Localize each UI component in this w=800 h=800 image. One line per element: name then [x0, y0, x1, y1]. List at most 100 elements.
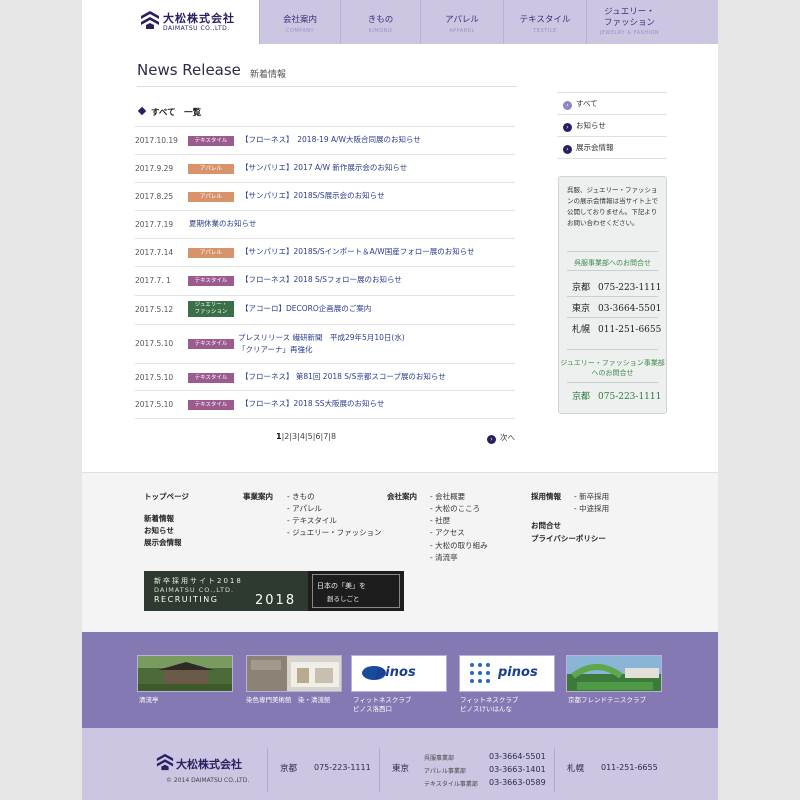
nav-company[interactable]: 会社案内 COMPANY: [259, 0, 340, 44]
footer-link-exhibitions[interactable]: 展示会情報: [144, 537, 182, 548]
thumb-label-tennis[interactable]: 京都フレンドテニスクラブ: [568, 696, 646, 705]
thumb-museum[interactable]: [246, 655, 342, 692]
contact-divider: [567, 251, 658, 252]
news-title-link[interactable]: 【フローネス】2018 SS大阪展のお知らせ: [241, 398, 384, 410]
footer-kyoto-label: 京都: [280, 764, 298, 774]
footer-link-top[interactable]: トップページ: [144, 491, 189, 502]
footer-logo-text: 大松株式会社: [176, 758, 242, 771]
sidebar-item-label: お知らせ: [576, 121, 606, 130]
thumb-label-seiryutei[interactable]: 清流亭: [139, 696, 159, 705]
news-category-badge: アパレル: [188, 192, 234, 202]
news-title-link[interactable]: 【サンパリエ】2017 A/W 新作展示会のお知らせ: [241, 162, 407, 174]
sidebar-item-all[interactable]: › すべて: [563, 98, 598, 110]
contact-row-sapporo[interactable]: 札幌 011-251-6655: [572, 322, 661, 335]
sidebar-divider: [557, 114, 667, 115]
footer-tokyo-tel[interactable]: 03-3663-1401: [489, 765, 546, 774]
logo-text: 大松株式会社: [163, 12, 235, 25]
footer-link-overview[interactable]: - 会社概要: [430, 491, 465, 502]
pagination[interactable]: 1|2|3|4|5|6|7|8: [276, 432, 336, 441]
footer-link-textile[interactable]: - テキスタイル: [287, 515, 337, 526]
thumb-seiryutei[interactable]: [137, 655, 233, 692]
contact-divider: [567, 382, 658, 383]
footer-link-history[interactable]: - 社歴: [430, 515, 450, 526]
footer-link-notices[interactable]: お知らせ: [144, 525, 174, 536]
footer-link-news[interactable]: 新着情報: [144, 513, 174, 524]
news-title-link[interactable]: プレスリリース 繊研新聞 平成29年5月10日(水) 「クリアーナ」再強化: [238, 332, 405, 356]
news-row[interactable]: 2017.5.12 ジュエリー・ ファッション 【アコーロ】DECORO企画展のご…: [135, 296, 515, 325]
thumb-label-line1: フィットネスクラブ: [460, 696, 519, 704]
news-row[interactable]: 2017.7.19 夏期休業のお知らせ: [135, 211, 515, 239]
footer-business-label[interactable]: 事業案内: [243, 491, 273, 502]
footer-recruit-label[interactable]: 採用情報: [531, 491, 561, 502]
thumb-pinos-rakusai[interactable]: pinos: [351, 655, 447, 692]
news-title-link[interactable]: 【アコーロ】DECORO企画展のご案内: [241, 303, 371, 315]
news-category-badge: アパレル: [188, 164, 234, 174]
news-row[interactable]: 2017.5.10 テキスタイル 【フローネス】 第81回 2018 S/S京都…: [135, 364, 515, 391]
contact-box: 呉服、ジュエリー・ファッションの展示会情報は当サイト上で公開しておりません。下記…: [558, 176, 667, 414]
footer-link-inquiry[interactable]: お問合せ: [531, 520, 561, 531]
thumb-pinos-keihanna[interactable]: pinos: [459, 655, 555, 692]
footer-link-access[interactable]: - アクセス: [430, 527, 465, 538]
footer-company-label[interactable]: 会社案内: [387, 491, 417, 502]
footer-link-privacy[interactable]: プライバシーポリシー: [531, 533, 606, 544]
news-row[interactable]: 2017.5.10 テキスタイル プレスリリース 繊研新聞 平成29年5月10日…: [135, 325, 515, 364]
news-title-link[interactable]: 夏期休業のお知らせ: [189, 218, 256, 230]
recruiting-banner[interactable]: 新卒採用サイト2018 DAIMATSU CO.,LTD. RECRUITING…: [144, 571, 404, 611]
news-row[interactable]: 2017.7. 1 テキスタイル 【フローネス】2018 S/Sフォロー展のお知…: [135, 267, 515, 296]
sidebar-item-exhibitions[interactable]: › 展示会情報: [563, 142, 614, 154]
news-row[interactable]: 2017.5.10 テキスタイル 【フローネス】2018 SS大阪展のお知らせ: [135, 391, 515, 419]
logo[interactable]: 大松株式会社 DAIMATSU CO.,LTD.: [82, 0, 259, 44]
footer-sapporo-tel[interactable]: 011-251-6655: [601, 763, 658, 772]
chevron-right-icon: ›: [487, 435, 496, 444]
footer-kyoto-tel[interactable]: 075-223-1111: [314, 763, 371, 772]
pinos-logo-text: pinos: [376, 665, 416, 680]
chevron-right-icon: ›: [563, 101, 572, 110]
nav-apparel[interactable]: アパレル APPAREL: [420, 0, 503, 44]
footer-link-seiryutei[interactable]: - 清流亭: [430, 552, 458, 563]
page: 大松株式会社 DAIMATSU CO.,LTD. 会社案内 COMPANY きも…: [82, 0, 718, 800]
banner-line2: DAIMATSU CO.,LTD.: [154, 586, 235, 594]
nav-jewelry-fashion[interactable]: ジュエリー・ ファッション JEWELRY & FASHION: [586, 0, 672, 44]
page-links[interactable]: |2|3|4|5|6|7|8: [282, 432, 337, 441]
footer-link-kimono[interactable]: - きもの: [287, 491, 315, 502]
footer-link-apparel[interactable]: - アパレル: [287, 503, 322, 514]
news-title-link[interactable]: 【フローネス】2018 S/Sフォロー展のお知らせ: [241, 274, 402, 286]
thumb-label-pinos-rakusai[interactable]: フィットネスクラブ ピノス洛西口: [353, 696, 411, 714]
news-title-link[interactable]: 【フローネス】 2018-19 A/W大阪合同展のお知らせ: [241, 134, 421, 146]
banner-right-line2: 創るしごと: [327, 595, 360, 603]
news-row[interactable]: 2017.9.29 アパレル 【サンパリエ】2017 A/W 新作展示会のお知ら…: [135, 155, 515, 183]
nav-label: 会社案内: [282, 15, 317, 25]
footer-link-mid-career[interactable]: - 中途採用: [574, 503, 609, 514]
contact-row-kyoto[interactable]: 京都 075-223-1111: [572, 280, 661, 293]
footer-link-jewelry[interactable]: - ジュエリー・ファッション: [287, 527, 382, 538]
nav-textile[interactable]: テキスタイル TEXTILE: [503, 0, 586, 44]
news-title-link[interactable]: 【サンパリエ】2018S/Sインポート＆A/W国産フォロー展のお知らせ: [241, 246, 475, 258]
news-title-link[interactable]: 【サンパリエ】2018S/S展示会のお知らせ: [241, 190, 384, 202]
footer-link-initiatives[interactable]: - 大松の取り組み: [430, 540, 488, 551]
news-title-line2: 「クリアーナ」再強化: [238, 345, 313, 354]
news-date: 2017.5.10: [135, 400, 174, 409]
footer-tokyo-tel[interactable]: 03-3664-5501: [489, 752, 546, 761]
thumb-tennis[interactable]: [566, 655, 662, 692]
contact-tel: 075-223-1111: [598, 283, 662, 293]
news-date: 2017.7.19: [135, 220, 174, 229]
news-title-link[interactable]: 【フローネス】 第81回 2018 S/S京都スコープ展のお知らせ: [241, 371, 446, 383]
news-row[interactable]: 2017.7.14 アパレル 【サンパリエ】2018S/Sインポート＆A/W国産…: [135, 239, 515, 267]
footer-divider: [267, 748, 268, 792]
footer-tokyo-dept: テキスタイル事業部: [424, 781, 478, 788]
news-row[interactable]: 2017.8.25 アパレル 【サンパリエ】2018S/S展示会のお知らせ: [135, 183, 515, 211]
thumb-label-museum[interactable]: 染色専門美術館 染・清流館: [246, 696, 331, 705]
contact-row-tokyo[interactable]: 東京 03-3664-5501: [572, 301, 661, 314]
nav-label: きもの: [367, 15, 394, 25]
news-date: 2017.9.29: [135, 164, 174, 173]
contact-row-jewelry[interactable]: 京都 075-223-1111: [572, 389, 661, 402]
page-subtitle: 新着情報: [250, 70, 287, 80]
footer-link-new-grad[interactable]: - 新卒採用: [574, 491, 609, 502]
nav-kimono[interactable]: きもの KIMONO: [340, 0, 420, 44]
thumb-label-pinos-keihanna[interactable]: フィットネスクラブ ピノスけいはんな: [460, 696, 518, 714]
footer-link-spirit[interactable]: - 大松のこころ: [430, 503, 480, 514]
footer-tokyo-tel[interactable]: 03-3663-0589: [489, 778, 546, 787]
sidebar-item-news[interactable]: › お知らせ: [563, 120, 606, 132]
next-page-link[interactable]: › 次へ: [487, 432, 515, 444]
news-row[interactable]: 2017.10.19 テキスタイル 【フローネス】 2018-19 A/W大阪合…: [135, 127, 515, 155]
